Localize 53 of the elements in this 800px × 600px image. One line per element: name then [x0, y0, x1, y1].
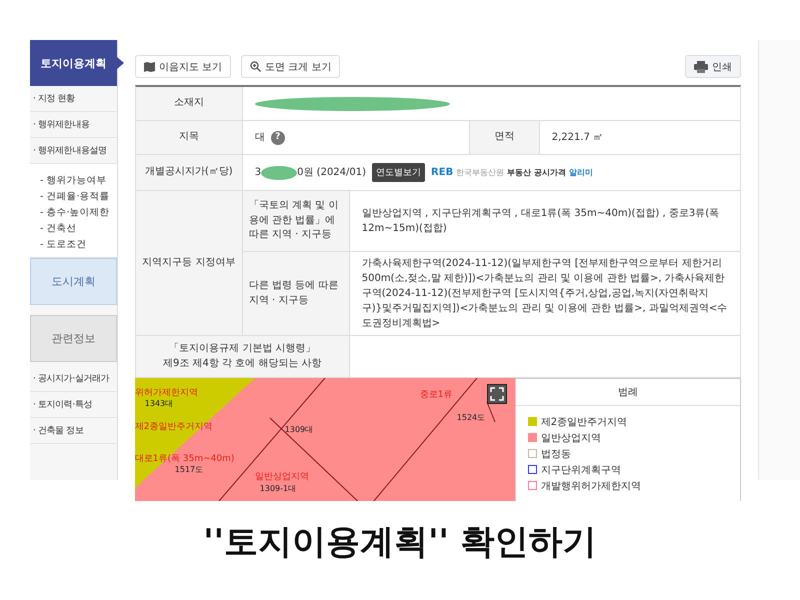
legend-label: 제2종일반주거지역 [540, 416, 628, 428]
lot-number: 1309-1대 [260, 483, 296, 494]
row-label: 면적 [470, 121, 540, 154]
lot-number: 1524도 [456, 412, 486, 423]
map-icon [144, 62, 155, 72]
printer-icon [694, 60, 708, 72]
row-label: 지목 [136, 121, 243, 154]
zone-value: 일반상업지역 , 지구단위계획구역 , 대로1류(폭 35m~40m)(접합) , 중로3류(폭 12m~15m)(접합) [362, 207, 720, 236]
sidebar-subitem[interactable]: - 건축선 [40, 222, 117, 235]
row-label: 지역지구등 지정여부 [136, 191, 243, 335]
lot-number: 1517도 [174, 464, 204, 475]
row-label: 「토지이용규제 기본법 시행령」 제9조 제4항 각 호에 해당되는 사항 [136, 336, 350, 377]
sidebar-item[interactable]: · 토지이력·특성 [30, 392, 117, 418]
fullscreen-button[interactable] [486, 384, 507, 404]
lot-number: 1343대 [144, 398, 174, 409]
legend-label: 개발행위허가제한지역 [540, 480, 641, 492]
sidebar-item[interactable]: · 지정 현황 [30, 86, 117, 112]
row-label: 개별공시지가(㎡당) [136, 155, 243, 190]
sidebar-item[interactable]: · 행위제한내용 [30, 112, 117, 138]
zone-label: 위허가제한지역 [134, 387, 198, 399]
sidebar-item[interactable]: · 공시지가·실거래가 [30, 366, 117, 392]
toolbar-button[interactable]: 이음지도 보기 [134, 55, 231, 78]
legend-label: 법정동 [540, 448, 571, 460]
sidebar-subitem[interactable]: - 도로조건 [40, 238, 117, 251]
sidebar-section-tab[interactable]: 도시계획 [30, 258, 117, 305]
zoom-in-icon [250, 61, 261, 72]
caption-text: ''토지이용계획'' 확인하기 [203, 521, 597, 564]
legend-label: 지구단위계획구역 [540, 464, 621, 476]
sidebar-subitem[interactable]: - 건폐율·용적률 [40, 190, 117, 203]
price-value: 0원 (2024/01) [297, 166, 366, 180]
print-button[interactable]: 인쇄 [685, 55, 742, 78]
yearly-view-button[interactable]: 연도별보기 [372, 163, 426, 182]
area-value: 2,221.7 ㎡ [552, 131, 604, 145]
sidebar-subitem[interactable]: - 행위가능여부 [40, 174, 117, 187]
zone-value: 가축사육제한구역(2024-11-12)(일부제한구역 [전부제한구역으로부터 제한거리 500m(소,젖소,말 제한)])<가축분뇨의 관리 및 이용에 관한 법률>, 가축사육제한구역(2024-11-12)(전부제한구역 [도시지역{주거,상업,공업,녹지(자연취락지구)}및주거밀집지역])<가축분뇨의 관리 및 이용에 관한 법률>, 과밀억제권역<수도권정비계획법> [362, 257, 728, 331]
lot-number: 1309대 [284, 424, 314, 435]
legend-title: 범례 [516, 379, 740, 406]
reb-link[interactable]: REB 한국부동산원 부동산 공시가격 알리미 [431, 165, 593, 180]
toolbar-button[interactable]: 도면 크게 보기 [240, 55, 340, 78]
help-icon[interactable]: ? [270, 130, 285, 144]
sidebar-subitem[interactable]: - 층수·높이제한 [40, 206, 117, 219]
price-value: 3 [254, 166, 262, 180]
row-label: 「국토의 계획 및 이용에 관한 법률」에 따른 지역 · 지구등 [242, 191, 350, 251]
fullscreen-icon [490, 387, 504, 401]
zone-label: 일반상업지역 [254, 471, 309, 483]
zone-label: 중로1류 [420, 389, 452, 401]
sidebar-item[interactable]: · 건축물 정보 [30, 418, 117, 444]
sidebar-section-tab[interactable]: 관련정보 [30, 315, 117, 362]
legend-label: 일반상업지역 [540, 432, 601, 444]
pointer-icon [116, 57, 124, 69]
row-label: 소재지 [136, 87, 243, 120]
land-category: 대 [254, 131, 265, 145]
row-label: 다른 법령 등에 따른 지역 · 지구등 [242, 252, 350, 335]
